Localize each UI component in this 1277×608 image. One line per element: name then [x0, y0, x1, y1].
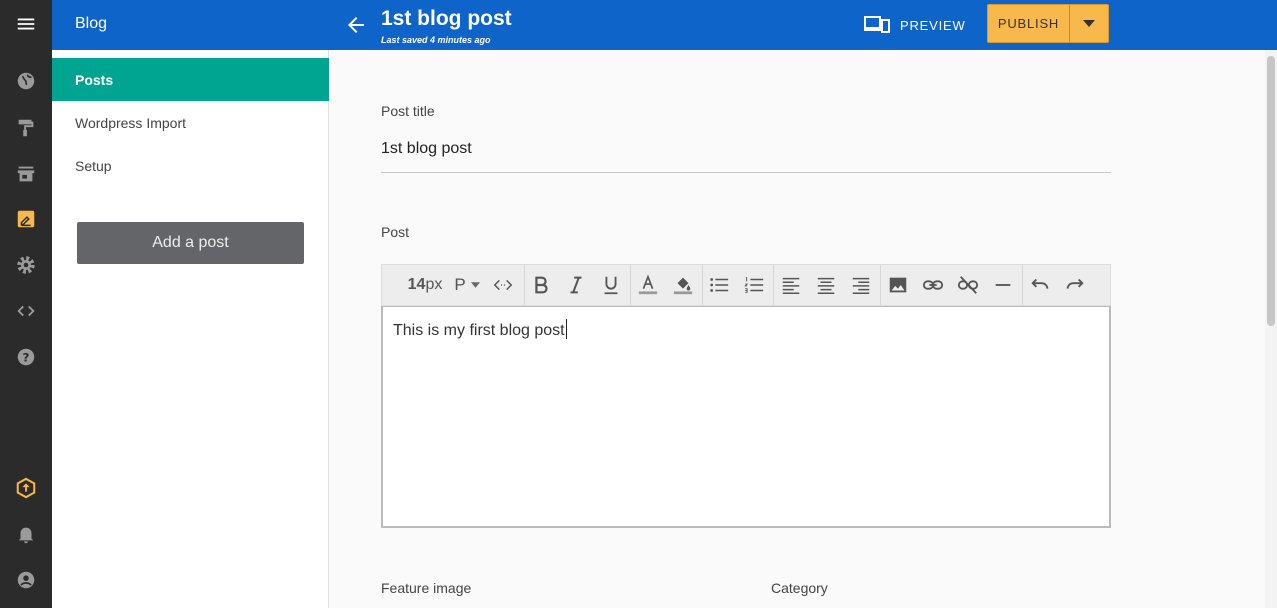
post-body-editor[interactable]: This is my first blog post	[381, 306, 1111, 528]
bulleted-list-icon[interactable]	[706, 272, 732, 298]
main-scrollbar[interactable]	[1265, 50, 1277, 608]
caret-down-icon	[1083, 19, 1095, 27]
account-icon[interactable]	[14, 568, 38, 592]
redo-icon[interactable]	[1062, 272, 1088, 298]
hamburger-menu-icon[interactable]	[14, 12, 38, 36]
globe-icon[interactable]	[14, 69, 38, 93]
devices-icon	[864, 16, 890, 33]
paint-roller-icon[interactable]	[14, 116, 38, 140]
font-size-value: 14	[407, 276, 426, 293]
toolbar-separator	[773, 265, 774, 305]
last-saved-status: Last saved 4 minutes ago	[381, 35, 491, 45]
text-caret	[565, 319, 567, 339]
toolbar-separator	[524, 265, 525, 305]
sidebar-item-setup[interactable]: Setup	[52, 144, 329, 187]
store-icon[interactable]	[14, 162, 38, 186]
editor-text: This is my first blog post	[393, 322, 565, 339]
post-title-heading: 1st blog post	[381, 7, 512, 30]
gear-icon[interactable]	[14, 253, 38, 277]
text-color-icon[interactable]	[635, 272, 661, 298]
blog-sidebar: Posts Wordpress Import Setup Add a post	[52, 50, 329, 608]
post-title-input[interactable]: 1st blog post	[381, 140, 472, 158]
caret-down-icon	[470, 282, 480, 288]
code-view-icon[interactable]	[490, 272, 516, 298]
toolbar-separator	[702, 265, 703, 305]
post-body-label: Post	[381, 224, 410, 240]
feature-image-label: Feature image	[381, 580, 472, 596]
section-title: Blog	[75, 15, 108, 32]
editor-toolbar: 14 px P	[381, 264, 1111, 306]
insert-link-icon[interactable]	[920, 272, 946, 298]
blog-edit-icon[interactable]	[14, 207, 38, 231]
underline-icon[interactable]	[598, 272, 624, 298]
paragraph-format-label: P	[454, 275, 466, 294]
undo-icon[interactable]	[1027, 272, 1053, 298]
align-left-icon[interactable]	[778, 272, 804, 298]
insert-image-icon[interactable]	[885, 272, 911, 298]
italic-icon[interactable]	[563, 272, 589, 298]
font-size-select[interactable]: 14 px	[404, 272, 446, 298]
align-right-icon[interactable]	[848, 272, 874, 298]
preview-label: PREVIEW	[900, 17, 966, 33]
svg-text:?: ?	[23, 351, 30, 365]
category-label: Category	[771, 580, 828, 596]
publish-split-button: PUBLISH	[987, 4, 1109, 43]
horizontal-rule-icon[interactable]	[990, 272, 1016, 298]
numbered-list-icon[interactable]	[741, 272, 767, 298]
sidebar-item-posts[interactable]: Posts	[52, 58, 329, 101]
top-bar: Blog 1st blog post Last saved 4 minutes …	[52, 0, 1277, 50]
toolbar-separator	[630, 265, 631, 305]
post-title-label: Post title	[381, 103, 435, 119]
font-size-unit: px	[425, 276, 443, 293]
align-center-icon[interactable]	[813, 272, 839, 298]
preview-button[interactable]: PREVIEW	[864, 14, 966, 36]
background-color-icon[interactable]	[670, 272, 696, 298]
paragraph-format-select[interactable]: P	[452, 272, 482, 298]
scrollbar-thumb[interactable]	[1267, 56, 1275, 326]
help-icon[interactable]: ?	[14, 345, 38, 369]
bold-icon[interactable]	[528, 272, 554, 298]
toolbar-separator	[880, 265, 881, 305]
post-title-underline	[381, 172, 1111, 173]
back-arrow-icon[interactable]	[344, 13, 368, 37]
publish-options-button[interactable]	[1070, 5, 1108, 42]
add-post-button[interactable]: Add a post	[77, 222, 304, 264]
bell-icon[interactable]	[14, 522, 38, 546]
icon-rail: ?	[0, 0, 52, 608]
post-editor-main: Post title 1st blog post Post 14 px P Th…	[329, 50, 1265, 608]
upgrade-icon[interactable]	[14, 476, 38, 500]
publish-button[interactable]: PUBLISH	[988, 5, 1070, 42]
toolbar-separator	[1022, 265, 1023, 305]
unlink-icon[interactable]	[955, 272, 981, 298]
code-icon[interactable]	[14, 299, 38, 323]
sidebar-item-wordpress-import[interactable]: Wordpress Import	[52, 101, 329, 144]
